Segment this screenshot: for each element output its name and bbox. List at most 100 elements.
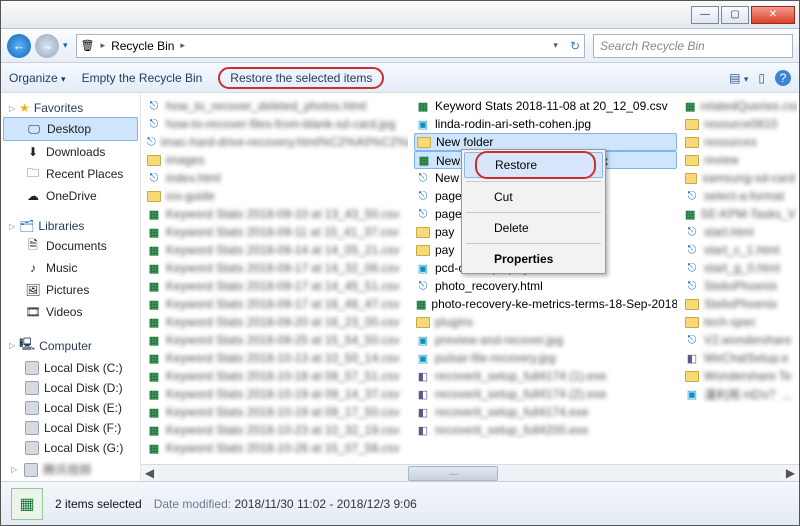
sidebar-item[interactable]: Local Disk (D:) (1, 378, 140, 398)
refresh-button[interactable]: ↻ (570, 39, 580, 53)
disk-icon (25, 401, 39, 415)
file-item[interactable]: ▦Keyword Stats 2018-10-19 at 09_14_37.cs… (145, 385, 408, 403)
file-name: resource0810 (704, 117, 777, 131)
file-item[interactable]: ▦photo-recovery-ke-metrics-terms-18-Sep-… (414, 295, 677, 313)
file-item[interactable]: ▦relatedQueries.csv (683, 97, 797, 115)
file-item[interactable]: ▦Keyword Stats 2018-09-14 at 14_05_21.cs… (145, 241, 408, 259)
file-item[interactable]: samsung-sd-card (683, 169, 797, 187)
sidebar-item-label: Local Disk (F:) (44, 421, 121, 435)
empty-recycle-bin-button[interactable]: Empty the Recycle Bin (82, 71, 203, 85)
file-item[interactable]: ▦Keyword Stats 2018-11-08 at 20_12_09.cs… (414, 97, 677, 115)
file-item[interactable]: ▣linda-rodin-ari-seth-cohen.jpg (414, 115, 677, 133)
forward-button[interactable]: → (35, 34, 59, 58)
search-input[interactable]: Search Recycle Bin (593, 34, 793, 58)
file-item[interactable]: StelioPhoenix (683, 295, 797, 313)
ctx-restore[interactable]: Restore (464, 152, 603, 178)
sidebar-item[interactable]: Local Disk (G:) (1, 438, 140, 458)
help-button[interactable]: ? (775, 70, 791, 86)
file-item[interactable]: ◧recoverit_setup_full4174.exe (414, 403, 677, 421)
favorites-group[interactable]: ▷ ★ Favorites (1, 97, 140, 117)
file-item[interactable]: ▣漫利用·HDV？... (683, 385, 797, 403)
ctx-delete[interactable]: Delete (464, 216, 603, 240)
file-item[interactable]: ⎋imac-hard-drive-recovery.html%C2%A0%C2%… (145, 133, 408, 151)
sidebar-item[interactable]: ♪Music (1, 257, 140, 279)
file-item[interactable]: ▦Keyword Stats 2018-09-17 at 16_46_47.cs… (145, 295, 408, 313)
file-item[interactable]: ⎋start_g_0.html (683, 259, 797, 277)
sidebar-item[interactable]: 🎞Videos (1, 301, 140, 323)
file-item[interactable]: ⎋photo_recovery.html (414, 277, 677, 295)
breadcrumb-location[interactable]: Recycle Bin (111, 39, 174, 53)
sidebar-item[interactable]: ⬇Downloads (1, 141, 140, 163)
file-name: how-to-recover-files-from-blank-sd-card.… (166, 117, 395, 131)
file-item[interactable]: ⎋start.html (683, 223, 797, 241)
scroll-track[interactable]: ᠁ (158, 466, 782, 481)
address-bar[interactable]: 🗑 ▸ Recycle Bin ▸ ▾ ↻ (76, 34, 585, 58)
organize-menu[interactable]: Organize ▾ (9, 71, 66, 85)
file-item[interactable]: ▣pulsar-file-recovery.jpg (414, 349, 677, 367)
file-item[interactable]: ▦Keyword Stats 2018-10-13 at 10_50_14.cs… (145, 349, 408, 367)
file-item[interactable]: images (145, 151, 408, 169)
nav-history-dropdown[interactable]: ▾ (63, 40, 68, 51)
file-item[interactable]: ▦Keyword Stats 2018-10-23 at 10_32_19.cs… (145, 421, 408, 439)
file-item[interactable]: ▦Keyword Stats 2018-09-11 at 15_41_37.cs… (145, 223, 408, 241)
file-item[interactable]: ▦SE-KPM-Tasks_V (683, 205, 797, 223)
sidebar-item[interactable]: 🗀Recent Places (1, 163, 140, 185)
horizontal-scrollbar[interactable]: ◀ ᠁ ▶ (141, 464, 799, 481)
file-item[interactable]: ◧WeChatSetup.e (683, 349, 797, 367)
file-item[interactable]: ▦Keyword Stats 2018-09-20 at 16_23_00.cs… (145, 313, 408, 331)
file-item[interactable]: ◧recoverit_setup_full4174 (1).exe (414, 367, 677, 385)
file-item[interactable]: ▦Keyword Stats 2018-10-18 at 09_57_51.cs… (145, 367, 408, 385)
file-item[interactable]: ▦Keyword Stats 2018-09-25 at 15_54_50.cs… (145, 331, 408, 349)
sidebar-item[interactable]: Local Disk (E:) (1, 398, 140, 418)
view-mode-button[interactable]: ▤ ▾ (729, 71, 748, 85)
file-item[interactable]: ⎋index.html (145, 169, 408, 187)
file-item[interactable]: plugins (414, 313, 677, 331)
minimize-button[interactable]: — (691, 6, 719, 24)
file-item[interactable]: ⎋start_c_1.html (683, 241, 797, 259)
file-item[interactable]: ⎋how_to_recover_deleted_photos.html (145, 97, 408, 115)
computer-group[interactable]: ▷ 🖳 Computer (1, 331, 140, 358)
ctx-properties[interactable]: Properties (464, 247, 603, 271)
sidebar-item-label: Local Disk (D:) (44, 381, 123, 395)
libraries-group[interactable]: ▷ 🗂 Libraries (1, 215, 140, 235)
file-item[interactable]: ⎋StelioPhoenix (683, 277, 797, 295)
file-item[interactable]: ◧recoverit_setup_full4174 (2).exe (414, 385, 677, 403)
file-item[interactable]: ▦Keyword Stats 2018-09-10 at 13_43_50.cs… (145, 205, 408, 223)
address-dropdown-icon[interactable]: ▾ (553, 40, 558, 51)
file-item[interactable]: resource0810 (683, 115, 797, 133)
sidebar-item[interactable]: 🖵Desktop (3, 117, 138, 141)
sidebar-item[interactable]: Local Disk (F:) (1, 418, 140, 438)
sidebar-item[interactable]: Local Disk (C:) (1, 358, 140, 378)
file-item[interactable]: ▦Keyword Stats 2018-09-17 at 14_45_51.cs… (145, 277, 408, 295)
sidebar-item[interactable]: ☁OneDrive (1, 185, 140, 207)
scroll-right-button[interactable]: ▶ (782, 466, 799, 481)
file-item[interactable]: resources (683, 133, 797, 151)
file-item[interactable]: ▦Keyword Stats 2018-10-26 at 15_07_58.cs… (145, 439, 408, 457)
navigation-pane[interactable]: ▷ ★ Favorites 🖵Desktop⬇Downloads🗀Recent … (1, 93, 141, 481)
sidebar-item[interactable]: ▷腾讯视频 (1, 458, 140, 481)
sidebar-item[interactable]: 🖼Pictures (1, 279, 140, 301)
file-item[interactable]: ios-guide (145, 187, 408, 205)
scroll-left-button[interactable]: ◀ (141, 466, 158, 481)
file-item[interactable]: ▣preview-and-recover.jpg (414, 331, 677, 349)
file-item[interactable]: ▦Keyword Stats 2018-09-17 at 14_32_06.cs… (145, 259, 408, 277)
file-item[interactable]: tech-spec (683, 313, 797, 331)
file-item[interactable]: review (683, 151, 797, 169)
file-item[interactable]: Wondershare Te (683, 367, 797, 385)
ctx-cut[interactable]: Cut (464, 185, 603, 209)
file-item[interactable]: ⎋how-to-recover-files-from-blank-sd-card… (145, 115, 408, 133)
maximize-button[interactable]: ▢ (721, 6, 749, 24)
file-item[interactable]: ◧recoverit_setup_full4200.exe (414, 421, 677, 439)
restore-selected-button[interactable]: Restore the selected items (218, 67, 384, 89)
close-button[interactable]: ✕ (751, 6, 795, 24)
file-item[interactable]: ▦Keyword Stats 2018-10-19 at 09_17_50.cs… (145, 403, 408, 421)
back-button[interactable]: ← (7, 34, 31, 58)
preview-pane-button[interactable]: ▯ (758, 71, 765, 85)
file-item[interactable]: ⎋V2.wondershare (683, 331, 797, 349)
file-name: pay (435, 225, 454, 239)
file-list[interactable]: ⎋how_to_recover_deleted_photos.html⎋how-… (141, 93, 799, 464)
scroll-thumb[interactable]: ᠁ (408, 466, 498, 481)
file-item[interactable]: ⎋select-a-format (683, 187, 797, 205)
sidebar-item[interactable]: 🗎Documents (1, 235, 140, 257)
view-icon: ▤ (729, 71, 740, 85)
